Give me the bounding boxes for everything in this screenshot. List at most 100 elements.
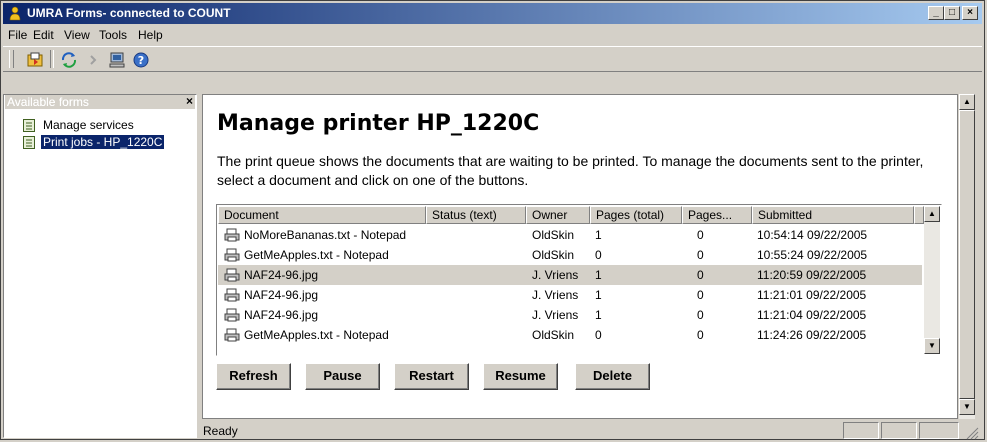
minimize-button[interactable]: _ (928, 6, 944, 20)
scroll-down-button[interactable]: ▼ (959, 399, 975, 415)
print-job-icon (224, 288, 240, 302)
table-scroll-down-button[interactable]: ▼ (924, 338, 940, 354)
table-scrollbar[interactable]: ▲ ▼ (924, 206, 940, 354)
print-queue-table: Document Status (text) Owner Pages (tota… (216, 204, 942, 356)
form-description: The print queue shows the documents that… (217, 153, 924, 188)
column-header-filler (914, 206, 924, 224)
disabled-action-icon[interactable] (83, 50, 103, 70)
arrow-down-icon: ▼ (963, 402, 971, 411)
panel-header-title: Available forms (7, 95, 89, 109)
status-pane (881, 422, 917, 439)
cell-pages-total: 1 (595, 308, 602, 322)
column-header-submitted[interactable]: Submitted (752, 206, 914, 224)
restart-button[interactable]: Restart (394, 363, 469, 390)
window-title: UMRA Forms- connected to COUNT (27, 6, 231, 20)
cell-pages: 0 (697, 328, 704, 342)
application-window: UMRA Forms- connected to COUNT _ □ × Fil… (0, 0, 985, 440)
menu-file[interactable]: File (8, 28, 27, 42)
table-row[interactable]: NAF24-96.jpg J. Vriens 1 0 11:21:04 09/22/20… (218, 305, 922, 325)
panel-close-icon[interactable]: × (186, 94, 193, 108)
status-pane (843, 422, 879, 439)
title-bar[interactable]: UMRA Forms- connected to COUNT _ □ × (3, 3, 982, 24)
table-row[interactable]: GetMeApples.txt - Notepad OldSkin 0 0 11:24:… (218, 325, 922, 345)
cell-owner: OldSkin (532, 228, 575, 242)
scroll-up-button[interactable]: ▲ (959, 94, 975, 110)
close-button[interactable]: × (962, 6, 978, 20)
cell-document: GetMeApples.txt - Notepad (244, 328, 389, 342)
cell-submitted: 10:55:24 09/22/2005 (757, 248, 868, 262)
delete-button[interactable]: Delete (575, 363, 650, 390)
menu-edit[interactable]: Edit (33, 28, 54, 42)
cell-document: GetMeApples.txt - Notepad (244, 248, 389, 262)
toolbar-separator (50, 50, 54, 68)
refresh-button[interactable]: Refresh (216, 363, 291, 390)
minimize-icon: _ (933, 7, 939, 18)
computer-icon[interactable] (107, 50, 127, 70)
cell-submitted: 11:20:59 09/22/2005 (757, 268, 867, 282)
cell-pages: 0 (697, 308, 704, 322)
pause-button[interactable]: Pause (305, 363, 380, 390)
column-header-owner[interactable]: Owner (526, 206, 590, 224)
cell-submitted: 11:21:01 09/22/2005 (757, 288, 867, 302)
cell-owner: OldSkin (532, 328, 575, 342)
cell-owner: J. Vriens (532, 308, 579, 322)
close-icon: × (967, 7, 973, 18)
cell-pages-total: 1 (595, 268, 602, 282)
column-header-document[interactable]: Document (218, 206, 426, 224)
print-job-icon (224, 268, 240, 282)
toolbar-grip[interactable] (9, 50, 14, 68)
panel-header: Available forms × (5, 94, 195, 109)
cell-document: NAF24-96.jpg (244, 288, 319, 302)
status-bar: Ready (3, 420, 982, 440)
arrow-down-icon: ▼ (928, 341, 936, 350)
refresh-icon[interactable] (59, 50, 79, 70)
table-row[interactable]: NAF24-96.jpg J. Vriens 1 0 11:20:59 09/22/20… (218, 265, 922, 285)
toolbar: ? (3, 46, 982, 72)
page-title: Manage printer HP_1220C (217, 111, 540, 136)
maximize-button[interactable]: □ (944, 6, 960, 20)
menu-view[interactable]: View (64, 28, 90, 42)
umra-app-icon (9, 6, 21, 21)
arrow-up-icon: ▲ (963, 97, 971, 106)
scroll-thumb[interactable] (959, 110, 975, 399)
cell-pages-total: 1 (595, 288, 602, 302)
table-row[interactable]: NAF24-96.jpg J. Vriens 1 0 11:21:01 09/22/20… (218, 285, 922, 305)
arrow-up-icon: ▲ (928, 209, 936, 218)
column-header-status[interactable]: Status (text) (426, 206, 526, 224)
cell-submitted: 11:24:26 09/22/2005 (757, 328, 867, 342)
print-job-icon (224, 308, 240, 322)
cell-pages: 0 (697, 228, 704, 242)
sidebar-item-label: Manage services (43, 118, 134, 132)
form-icon (23, 119, 35, 132)
cell-pages: 0 (697, 268, 704, 282)
print-job-icon (224, 328, 240, 342)
cell-pages-total: 1 (595, 228, 602, 242)
menu-tools[interactable]: Tools (99, 28, 127, 42)
print-job-icon (224, 248, 240, 262)
menu-help[interactable]: Help (138, 28, 163, 42)
table-row[interactable]: NoMoreBananas.txt - Notepad OldSkin 1 0 10:5… (218, 225, 922, 245)
cell-document: NAF24-96.jpg (244, 308, 319, 322)
help-icon[interactable]: ? (131, 50, 151, 70)
sidebar-item-label: Print jobs - HP_1220C (39, 134, 166, 150)
cell-owner: J. Vriens (532, 288, 579, 302)
column-header-pages[interactable]: Pages... (682, 206, 752, 224)
svg-text:?: ? (138, 54, 144, 67)
resize-grip-icon[interactable] (965, 426, 979, 440)
menu-bar: File Edit View Tools Help (3, 26, 982, 44)
cell-pages-total: 0 (595, 248, 602, 262)
column-header-pages-total[interactable]: Pages (total) (590, 206, 682, 224)
table-row[interactable]: GetMeApples.txt - Notepad OldSkin 0 0 10:55:… (218, 245, 922, 265)
open-form-icon[interactable] (25, 50, 45, 70)
cell-pages: 0 (697, 288, 704, 302)
cell-owner: J. Vriens (532, 268, 579, 282)
content-scrollbar[interactable]: ▲ ▼ (958, 94, 975, 419)
resume-button[interactable]: Resume (483, 363, 558, 390)
cell-owner: OldSkin (532, 248, 575, 262)
table-scroll-up-button[interactable]: ▲ (924, 206, 940, 222)
status-pane (919, 422, 959, 439)
status-text: Ready (203, 424, 238, 438)
maximize-icon: □ (948, 7, 956, 18)
cell-pages: 0 (697, 248, 704, 262)
cell-document: NAF24-96.jpg (244, 268, 319, 282)
